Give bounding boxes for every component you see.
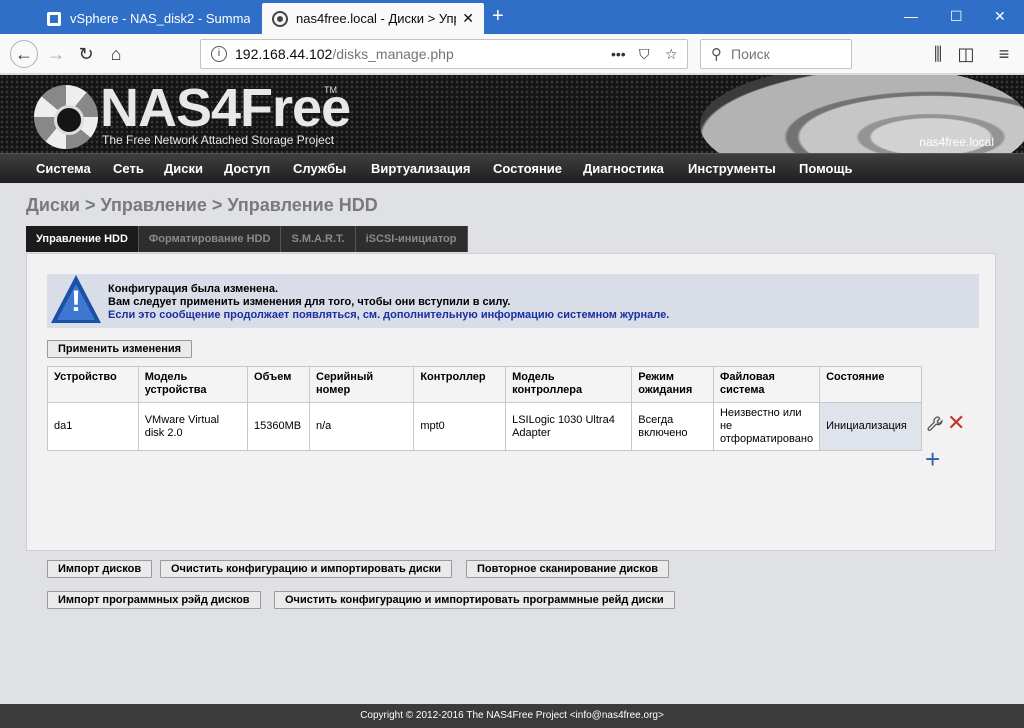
- tab-title: vSphere - NAS_disk2 - Summar: [70, 11, 250, 26]
- nas4free-icon: [272, 10, 288, 27]
- cell-controller: mpt0: [413, 402, 507, 451]
- alert-line-3: Если это сообщение продолжает появляться…: [108, 309, 670, 321]
- wrench-edit-icon[interactable]: [927, 416, 943, 432]
- add-disk-plus-icon[interactable]: +: [925, 446, 940, 472]
- menu-services[interactable]: Службы: [293, 161, 346, 176]
- tab-hdd-management[interactable]: Управление HDD: [26, 226, 139, 252]
- cell-size: 15360MB: [247, 402, 310, 451]
- tab-hdd-format[interactable]: Форматирование HDD: [138, 226, 282, 252]
- cell-device: da1: [47, 402, 139, 451]
- warning-exclamation: !: [71, 285, 81, 318]
- disks-table: Устройство Модель устройства Объем Серий…: [47, 366, 922, 451]
- tab-vsphere[interactable]: vSphere - NAS_disk2 - Summar: [36, 3, 260, 34]
- alert-line-1: Конфигурация была изменена.: [108, 283, 278, 295]
- sidebar-icon[interactable]: ◫: [954, 42, 978, 66]
- page-tabs: Управление HDD Форматирование HDD S.M.A.…: [26, 226, 468, 252]
- url-text[interactable]: 192.168.44.102/disks_manage.php: [235, 46, 454, 62]
- delete-x-icon[interactable]: ✕: [947, 412, 965, 434]
- header-serial: Серийный номер: [308, 366, 415, 403]
- bookmark-star-icon[interactable]: ☆: [665, 46, 678, 63]
- header-controller: Контроллер: [413, 366, 507, 403]
- cell-controller-model: LSILogic 1030 Ultra4 Adapter: [505, 402, 633, 451]
- clear-and-import-disks-button[interactable]: Очистить конфигурацию и импортировать ди…: [160, 560, 452, 578]
- search-icon: ⚲: [711, 46, 722, 63]
- header-banner: NAS4Free TM The Free Network Attached St…: [0, 75, 1024, 153]
- tab-smart[interactable]: S.M.A.R.T.: [281, 226, 356, 252]
- library-icon[interactable]: ⫼: [926, 42, 950, 66]
- hostname: nas4free.local: [919, 135, 994, 149]
- header-size: Объем: [247, 366, 310, 403]
- main-menu: Система Сеть Диски Доступ Службы Виртуал…: [0, 153, 1024, 183]
- page-actions-icon[interactable]: •••: [611, 46, 626, 62]
- rescan-disks-button[interactable]: Повторное сканирование дисков: [466, 560, 670, 578]
- menu-help[interactable]: Помощь: [799, 161, 852, 176]
- header-device: Устройство: [47, 366, 139, 403]
- logo-text: NAS4Free: [100, 78, 351, 138]
- forward-arrow-icon[interactable]: →: [44, 42, 68, 66]
- page-content: NAS4Free TM The Free Network Attached St…: [0, 75, 1024, 728]
- header-standby: Режим ожидания: [631, 366, 714, 403]
- address-bar[interactable]: i 192.168.44.102/disks_manage.php ••• ⛉ …: [200, 39, 688, 69]
- logo-trademark: TM: [324, 85, 337, 95]
- menu-tools[interactable]: Инструменты: [688, 161, 776, 176]
- content-panel: ! Конфигурация была изменена. Вам следуе…: [26, 253, 996, 609]
- footer-copyright: Copyright © 2012-2016 The NAS4Free Proje…: [0, 704, 1024, 728]
- table-row: da1 VMware Virtual disk 2.0 15360MB n/a …: [47, 402, 922, 451]
- search-input[interactable]: [731, 45, 841, 63]
- alert-line-2: Вам следует применить изменения для того…: [108, 296, 511, 308]
- menu-disks[interactable]: Диски: [164, 161, 203, 176]
- window-close-icon[interactable]: ✕: [994, 8, 1006, 25]
- maximize-icon[interactable]: ☐: [950, 8, 963, 25]
- cell-filesystem: Неизвестно или не отформатировано: [712, 402, 821, 451]
- cell-state: Инициализация: [819, 402, 922, 451]
- clear-and-import-raid-button[interactable]: Очистить конфигурацию и импортировать пр…: [274, 591, 675, 609]
- header-device-model: Модель устройства: [137, 366, 249, 403]
- nas4free-logo-icon: [34, 85, 98, 149]
- url-path: /disks_manage.php: [332, 46, 454, 62]
- menu-diagnostics[interactable]: Диагностика: [583, 161, 664, 176]
- tab-nas4free[interactable]: nas4free.local - Диски > Управ ✕: [262, 3, 484, 34]
- menu-network[interactable]: Сеть: [113, 161, 144, 176]
- header-filesystem: Файловая система: [712, 366, 821, 403]
- reload-icon[interactable]: ↻: [74, 42, 98, 66]
- close-tab-icon[interactable]: ✕: [462, 10, 474, 27]
- cell-device-model: VMware Virtual disk 2.0: [137, 402, 249, 451]
- menu-virtualization[interactable]: Виртуализация: [371, 161, 470, 176]
- browser-nav-bar: ← → ↻ ⌂ i 192.168.44.102/disks_manage.ph…: [0, 34, 1024, 74]
- header-controller-model: Модель контроллера: [505, 366, 633, 403]
- browser-tab-bar: vSphere - NAS_disk2 - Summar nas4free.lo…: [0, 0, 1024, 34]
- apply-changes-button[interactable]: Применить изменения: [47, 340, 193, 358]
- menu-system[interactable]: Система: [36, 161, 91, 176]
- import-software-raid-button[interactable]: Импорт программных рэйд дисков: [47, 591, 261, 609]
- import-disks-button[interactable]: Импорт дисков: [47, 560, 153, 578]
- breadcrumb: Диски > Управление > Управление HDD: [26, 195, 378, 215]
- table-header-row: Устройство Модель устройства Объем Серий…: [47, 366, 922, 403]
- back-arrow-icon[interactable]: ←: [10, 40, 38, 68]
- url-host: 192.168.44.102: [235, 46, 333, 62]
- logo-subtitle: The Free Network Attached Storage Projec…: [102, 133, 335, 147]
- home-icon[interactable]: ⌂: [104, 42, 128, 66]
- config-changed-alert: ! Конфигурация была изменена. Вам следуе…: [47, 274, 979, 328]
- cell-serial: n/a: [308, 402, 415, 451]
- vsphere-icon: [47, 11, 61, 26]
- new-tab-icon[interactable]: +: [492, 6, 504, 26]
- site-info-icon[interactable]: i: [211, 46, 227, 62]
- minimize-icon[interactable]: —: [904, 8, 918, 24]
- menu-access[interactable]: Доступ: [224, 161, 270, 176]
- menu-hamburger-icon[interactable]: ≡: [992, 42, 1016, 66]
- tab-iscsi-initiator[interactable]: iSCSI-инициатор: [355, 226, 468, 252]
- tab-title: nas4free.local - Диски > Управ: [296, 11, 456, 26]
- menu-status[interactable]: Состояние: [493, 161, 562, 176]
- pocket-icon[interactable]: ⛉: [639, 46, 650, 63]
- search-box[interactable]: ⚲: [700, 39, 852, 69]
- cell-standby: Всегда включено: [631, 402, 714, 451]
- header-state: Состояние: [819, 366, 922, 403]
